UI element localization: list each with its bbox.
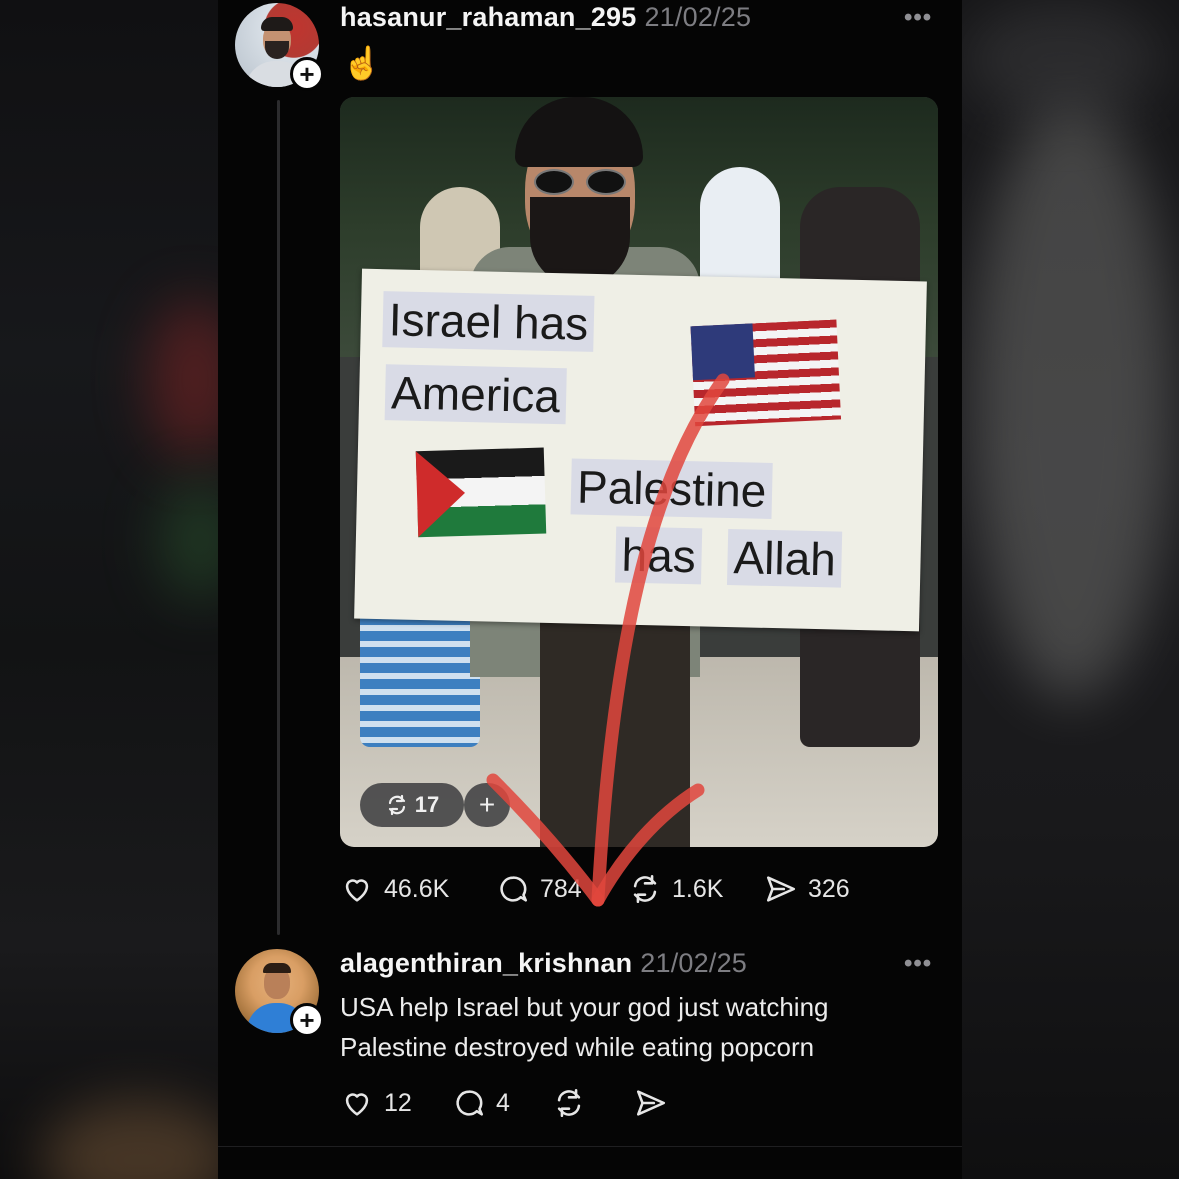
- post-text-emoji: ☝️: [342, 45, 382, 81]
- repost-icon: [633, 874, 657, 904]
- reply-text-line-2: Palestine destroyed while eating popcorn: [340, 1032, 815, 1062]
- divider: [218, 1146, 962, 1147]
- follow-symbol: +: [299, 59, 315, 89]
- reply-button[interactable]: 784: [496, 872, 582, 906]
- threads-screen: + hasanur_rahaman_295 21/02/25 ••• ☝️ Isr…: [218, 0, 962, 1179]
- share-button[interactable]: 326: [764, 872, 850, 906]
- us-flag: [690, 319, 842, 427]
- more-icon[interactable]: •••: [904, 4, 932, 32]
- reply-share-button[interactable]: [634, 1086, 668, 1120]
- blurred-backdrop-left: [0, 0, 218, 1179]
- blur-blob: [150, 300, 218, 460]
- reply-text: USA help Israel but your god just watchi…: [340, 987, 930, 1067]
- avatar-beard: [265, 41, 289, 59]
- reply-like-button[interactable]: 12: [340, 1086, 412, 1120]
- reply-username[interactable]: alagenthiran_krishnan: [340, 948, 632, 978]
- heart-icon: [345, 879, 369, 902]
- post-header: hasanur_rahaman_295 21/02/25: [340, 2, 751, 33]
- blur-blob: [962, 0, 1162, 120]
- reply-repost-button[interactable]: [552, 1086, 586, 1120]
- image-repost-pill[interactable]: 17: [360, 783, 464, 827]
- sign-line-5: Allah: [726, 529, 843, 588]
- post-date: 21/02/25: [644, 2, 752, 32]
- follow-symbol: +: [299, 1005, 315, 1035]
- reply-header: alagenthiran_krishnan 21/02/25: [340, 948, 747, 979]
- blurred-backdrop-right: [962, 0, 1179, 1179]
- sign-line-3: Palestine: [570, 458, 773, 519]
- avatar-hair: [261, 17, 293, 31]
- follow-plus-icon[interactable]: +: [290, 1003, 324, 1037]
- heart-icon: [345, 1093, 369, 1116]
- plus-symbol: +: [478, 789, 496, 820]
- thread-line: [277, 100, 280, 935]
- reply-date: 21/02/25: [640, 948, 747, 978]
- share-count: 326: [808, 874, 850, 903]
- us-flag-canton: [690, 323, 755, 381]
- share-icon: [766, 876, 796, 902]
- repost-icon: [388, 794, 405, 816]
- like-button[interactable]: 46.6K: [340, 872, 449, 906]
- repost-button[interactable]: 1.6K: [628, 872, 723, 906]
- post-image[interactable]: Israel has America Palestine has Allah 1…: [340, 97, 938, 847]
- reply-reply-button[interactable]: 4: [452, 1086, 510, 1120]
- repost-icon: [557, 1088, 581, 1118]
- avatar-hair: [263, 963, 291, 973]
- reply-text-line-1: USA help Israel but your god just watchi…: [340, 992, 829, 1022]
- palestine-flag: [415, 447, 547, 538]
- reply-icon: [500, 876, 528, 902]
- image-add-button[interactable]: +: [464, 783, 510, 827]
- protest-sign: Israel has America Palestine has Allah: [354, 268, 927, 632]
- post-username[interactable]: hasanur_rahaman_295: [340, 2, 636, 32]
- blur-blob: [160, 480, 218, 600]
- follow-plus-icon[interactable]: +: [290, 57, 324, 91]
- image-sunglasses: [532, 169, 628, 195]
- sign-line-1: Israel has: [382, 291, 595, 352]
- more-icon[interactable]: •••: [904, 950, 932, 978]
- reply-icon: [456, 1090, 484, 1116]
- blur-blob: [972, 100, 1172, 700]
- reply-reply-count: 4: [496, 1088, 510, 1117]
- like-count: 46.6K: [384, 874, 450, 903]
- share-icon: [636, 1090, 666, 1116]
- image-repost-count: 17: [414, 792, 440, 817]
- reply-count: 784: [540, 874, 582, 903]
- sign-line-2: America: [384, 364, 567, 425]
- palestine-flag-triangle: [415, 449, 467, 538]
- reply-like-count: 12: [384, 1088, 412, 1117]
- sign-line-4: has: [614, 526, 703, 585]
- repost-count: 1.6K: [672, 874, 724, 903]
- image-person-legs: [540, 617, 690, 847]
- blur-blob: [40, 1100, 218, 1179]
